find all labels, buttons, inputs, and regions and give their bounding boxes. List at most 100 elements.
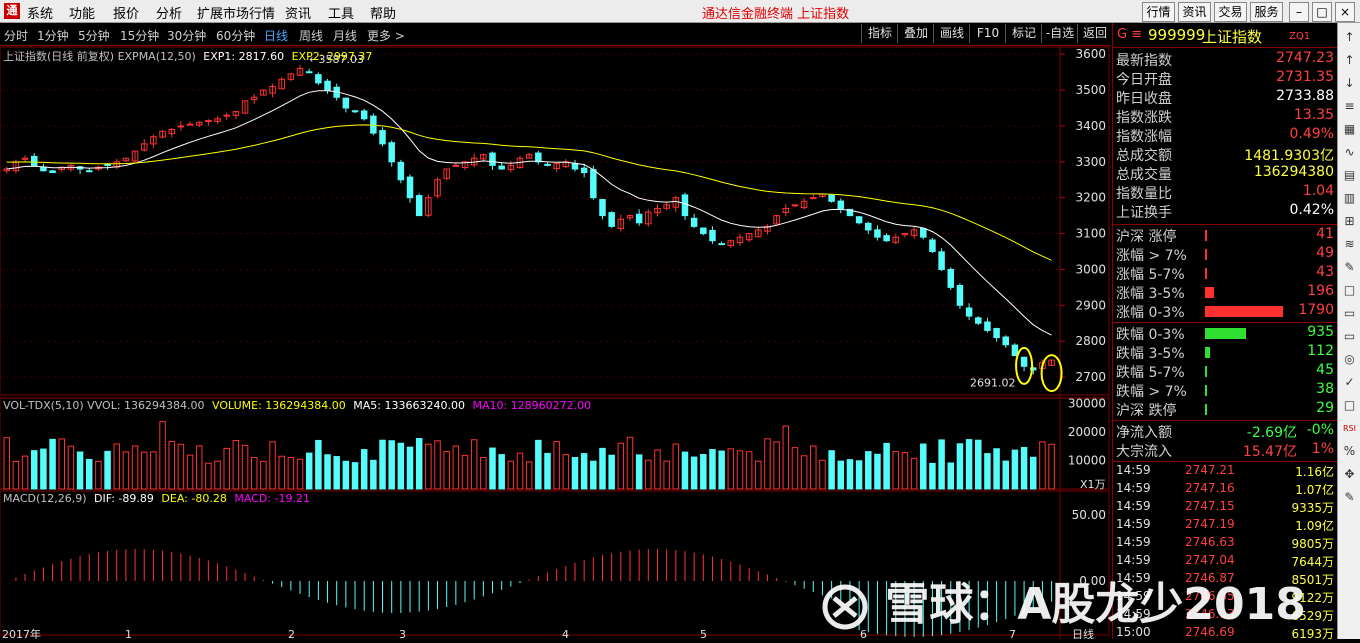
- kline-chart[interactable]: 3600 3500 3400 3300 3200 3100 3000 2900 2800 2700…: [0, 45, 1111, 639]
- menu-help[interactable]: 帮助: [370, 3, 396, 22]
- quote-header: G ≡ 999999 上证指数 ZQ1: [1113, 23, 1337, 48]
- period-weekly[interactable]: 周线: [299, 27, 323, 44]
- service-button[interactable]: 服务: [1250, 2, 1283, 22]
- trade-button[interactable]: 交易: [1214, 2, 1247, 22]
- indicator-button[interactable]: 指标: [861, 24, 898, 43]
- period-1min[interactable]: 1分钟: [37, 27, 69, 44]
- price-tick-label: 3000: [1075, 262, 1106, 276]
- divider: [1113, 224, 1337, 225]
- flow-row-value: 1%: [1311, 441, 1334, 457]
- up-row: 涨幅 > 7% 49: [1113, 245, 1337, 264]
- menu-quote[interactable]: 报价: [113, 3, 139, 22]
- board-icon[interactable]: ⊞: [1341, 213, 1358, 230]
- candle-body: [938, 251, 945, 270]
- xueqiu-logo-icon: [822, 584, 868, 630]
- volume-bar: [3, 437, 10, 490]
- minimize-icon[interactable]: –: [1289, 2, 1309, 22]
- rsi-icon[interactable]: RSI: [1341, 420, 1358, 437]
- pen-icon[interactable]: ✎: [1341, 489, 1358, 506]
- volume-bar: [709, 449, 716, 490]
- quote-row-value: 1.04: [1302, 183, 1334, 199]
- news-button[interactable]: 资讯: [1178, 2, 1211, 22]
- volume-bar: [874, 453, 881, 490]
- percent-icon[interactable]: %: [1341, 443, 1358, 460]
- volume-bar: [855, 460, 863, 490]
- period-more[interactable]: 更多 >: [367, 27, 405, 44]
- volume-bar: [929, 462, 936, 490]
- tick-row: 14:59 2747.19 1.09亿: [1113, 517, 1337, 535]
- wave-icon[interactable]: ∿: [1341, 144, 1358, 161]
- volume-tick-label: 10000: [1068, 454, 1106, 468]
- layers-icon[interactable]: ≋: [1341, 236, 1358, 253]
- period-toolbar: 分时 1分钟 5分钟 15分钟 30分钟 60分钟 日线 周线 月线 更多 > …: [0, 23, 1111, 46]
- move-icon[interactable]: ✥: [1341, 466, 1358, 483]
- menu-extended-market[interactable]: 扩展市场行情: [197, 3, 275, 22]
- price-tick-label: 3400: [1075, 119, 1106, 133]
- arrow-down-icon[interactable]: ↓: [1341, 75, 1358, 92]
- back-button[interactable]: 返回: [1077, 24, 1112, 43]
- up-count-bar: [1205, 230, 1207, 241]
- volume-bar: [49, 438, 56, 490]
- tick-price: 2747.15: [1185, 499, 1235, 513]
- quote-row-label: 指数量比: [1116, 186, 1172, 202]
- menu-news[interactable]: 资讯: [285, 3, 311, 22]
- overlay-button[interactable]: 叠加: [897, 24, 934, 43]
- box-icon[interactable]: □: [1341, 397, 1358, 414]
- volume-bar: [76, 451, 84, 490]
- grid-icon[interactable]: ▦: [1341, 121, 1358, 138]
- menu-tools[interactable]: 工具: [328, 3, 354, 22]
- quote-row-label: 上证换手: [1116, 205, 1172, 221]
- f10-button[interactable]: F10: [969, 24, 1006, 43]
- quote-row-label: 总成交额: [1116, 148, 1172, 164]
- period-timeshare[interactable]: 分时: [4, 27, 28, 44]
- draw-line-button[interactable]: 画线: [933, 24, 970, 43]
- volume-bar: [21, 455, 29, 490]
- volume-bar: [755, 460, 762, 490]
- check-icon[interactable]: ✓: [1341, 374, 1358, 391]
- panel-icon[interactable]: ▭: [1341, 328, 1358, 345]
- period-5min[interactable]: 5分钟: [78, 27, 110, 44]
- mark-button[interactable]: 标记: [1005, 24, 1042, 43]
- period-15min[interactable]: 15分钟: [120, 27, 159, 44]
- maximize-icon[interactable]: □: [1312, 2, 1332, 22]
- period-daily[interactable]: 日线: [264, 27, 288, 44]
- down-row-label: 跌幅 3-5%: [1116, 346, 1185, 362]
- volume-bar: [1039, 441, 1046, 490]
- table-icon[interactable]: ▤: [1341, 167, 1358, 184]
- candle-body: [370, 115, 377, 134]
- period-30min[interactable]: 30分钟: [167, 27, 206, 44]
- volume-bar: [892, 451, 900, 490]
- tick-price: 2747.21: [1185, 463, 1235, 477]
- volume-bar: [975, 439, 982, 490]
- low-label: 2691.02: [970, 376, 1016, 389]
- down-row-value: 112: [1307, 343, 1334, 359]
- menu-analysis[interactable]: 分析: [156, 3, 182, 22]
- x-axis-label: 5: [700, 628, 707, 639]
- target-icon[interactable]: ◎: [1341, 351, 1358, 368]
- tick-row: 14:59 2747.15 9335万: [1113, 499, 1337, 517]
- volume-bar: [324, 454, 331, 490]
- table-icon[interactable]: ▥: [1341, 190, 1358, 207]
- tick-time: 14:59: [1116, 481, 1151, 495]
- volume-bar: [461, 454, 469, 490]
- panel-icon[interactable]: ▭: [1341, 305, 1358, 322]
- menu-system[interactable]: 系统: [27, 3, 53, 22]
- volume-bar: [1048, 443, 1055, 490]
- arrow-up-icon[interactable]: ↑: [1341, 52, 1358, 69]
- x-axis-label: 1: [125, 628, 132, 639]
- down-row: 跌幅 5-7% 45: [1113, 362, 1337, 381]
- close-icon[interactable]: ×: [1335, 2, 1355, 22]
- box-icon[interactable]: □: [1341, 282, 1358, 299]
- period-monthly[interactable]: 月线: [333, 27, 357, 44]
- down-row-label: 跌幅 0-3%: [1116, 327, 1185, 343]
- menu-function[interactable]: 功能: [69, 3, 95, 22]
- quote-button[interactable]: 行情: [1142, 2, 1175, 22]
- list-icon[interactable]: ≡: [1341, 98, 1358, 115]
- period-60min[interactable]: 60分钟: [216, 27, 255, 44]
- arrow-up-icon[interactable]: ↑: [1341, 29, 1358, 46]
- self-select-button[interactable]: -自选: [1041, 24, 1078, 43]
- up-row: 涨幅 3-5% 196: [1113, 283, 1337, 302]
- candle-body: [929, 239, 936, 252]
- edit-icon[interactable]: ✎: [1341, 259, 1358, 276]
- x-axis-label: 2: [288, 628, 295, 639]
